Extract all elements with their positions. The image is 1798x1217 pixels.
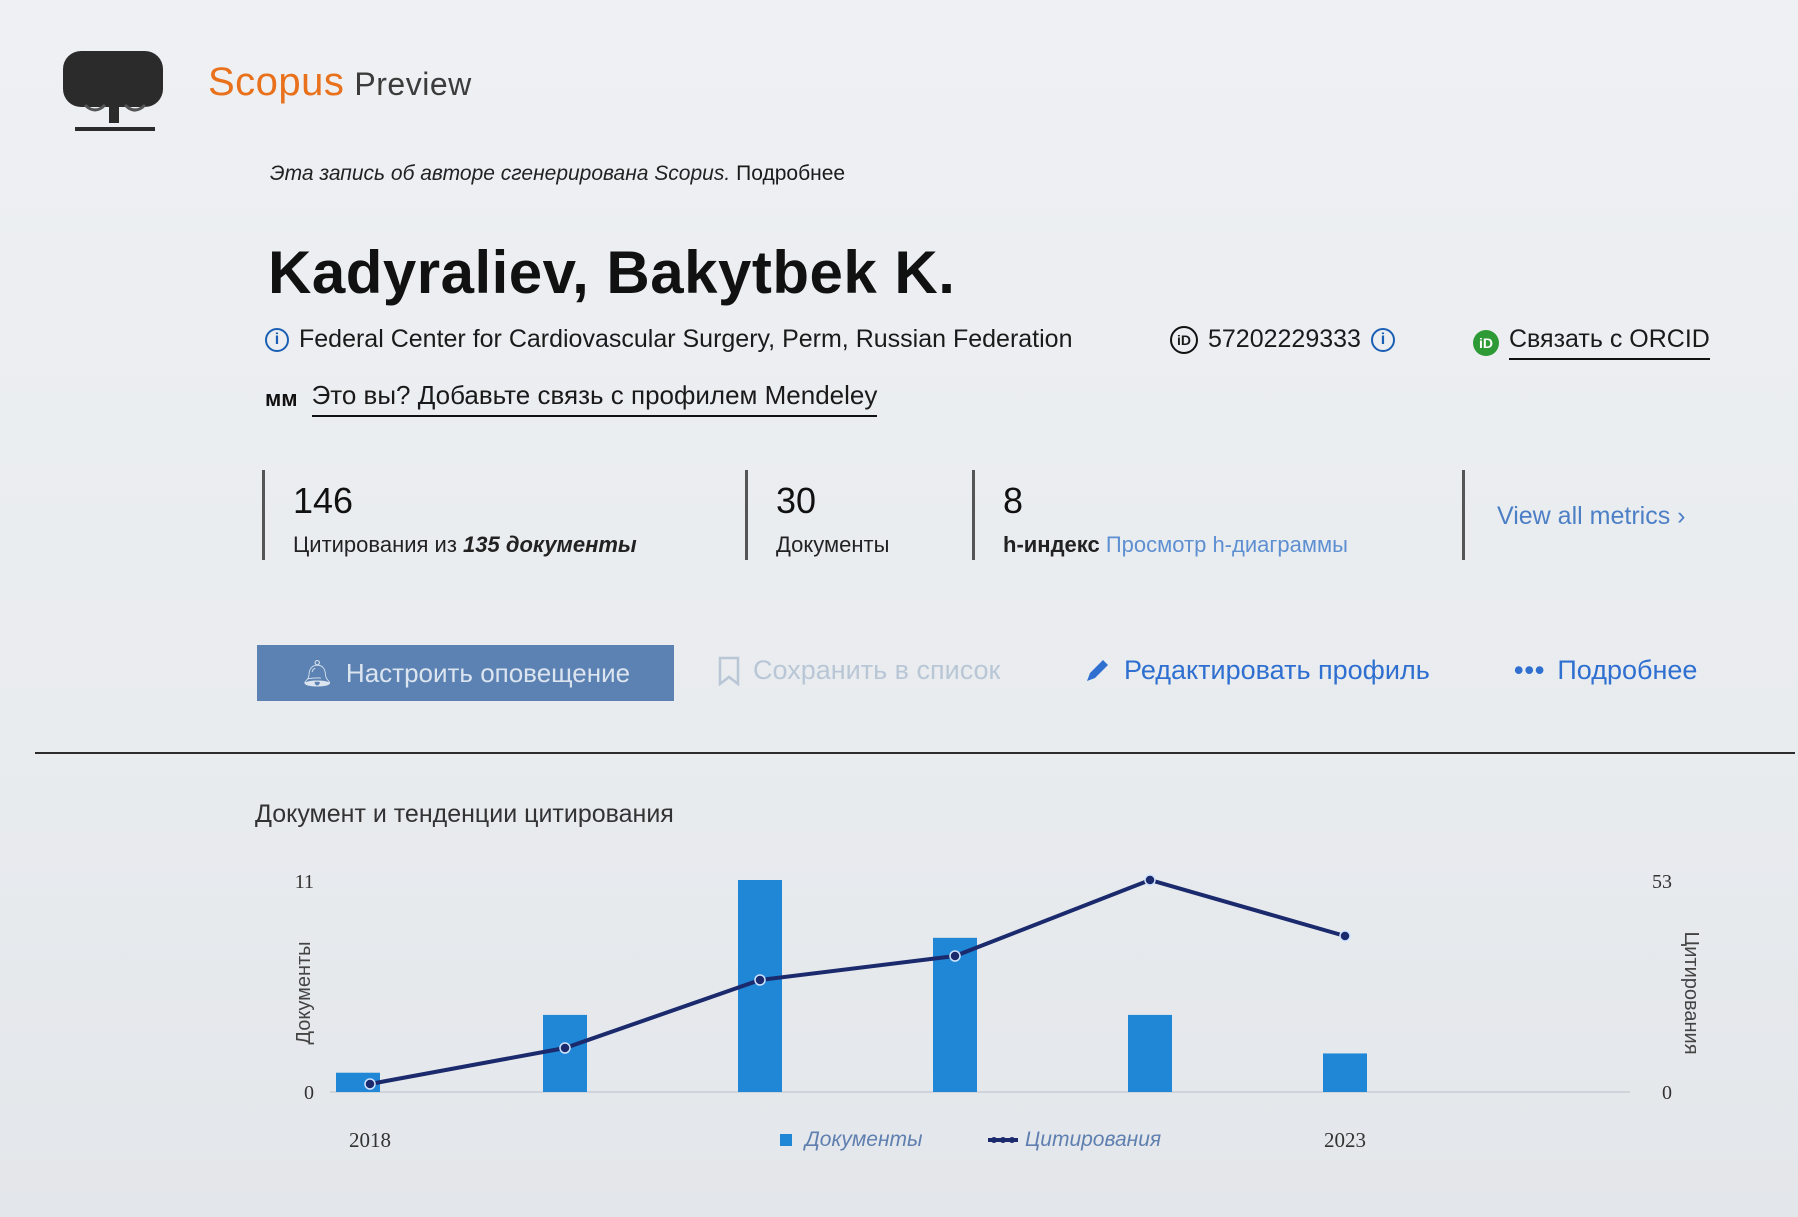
legend-documents-label: Документы bbox=[803, 1128, 923, 1151]
documents-label: Документы bbox=[776, 532, 890, 557]
y-right-tick-min: 0 bbox=[1662, 1082, 1672, 1104]
point-citations-2018[interactable] bbox=[364, 1078, 376, 1090]
author-name: Kadyraliev, Bakytbek K. bbox=[268, 239, 956, 306]
citations-label: Цитирования из 135 документы bbox=[293, 532, 743, 558]
legend-citations-swatch bbox=[988, 1137, 1018, 1143]
save-to-list-label: Сохранить в список bbox=[753, 655, 1001, 685]
y-left-axis-label: Документы bbox=[293, 941, 315, 1044]
documents-citations-chart: 11 0 53 0 Документы Цитирования 2018 2023… bbox=[293, 871, 1702, 1152]
mendeley-connect[interactable]: ᴍᴍ Это вы? Добавьте связь с профилем Men… bbox=[265, 380, 878, 417]
legend-documents-swatch bbox=[780, 1134, 792, 1146]
y-right-axis-label: Цитирования bbox=[1680, 931, 1702, 1054]
save-to-list-button[interactable]: Сохранить в список bbox=[717, 655, 1000, 686]
citations-count: 146 bbox=[293, 480, 354, 521]
set-alert-button[interactable]: 🔔︎ Настроить оповещение bbox=[257, 645, 674, 701]
point-citations-2023[interactable] bbox=[1339, 930, 1351, 942]
affiliation: i Federal Center for Cardiovascular Surg… bbox=[265, 325, 1072, 354]
scopus-id: iD 57202229333 i bbox=[1170, 325, 1395, 354]
h-index-label: h-индекс Просмотр h-диаграммы bbox=[1003, 532, 1433, 558]
section-divider bbox=[35, 752, 1795, 754]
chevron-right-icon: › bbox=[1677, 502, 1686, 530]
x-tick-label-2023: 2023 bbox=[1324, 1128, 1366, 1152]
pencil-icon bbox=[1087, 659, 1108, 681]
metric-citations: 146 Цитирования из 135 документы bbox=[262, 470, 743, 560]
point-citations-2020[interactable] bbox=[754, 974, 766, 986]
id-icon: iD bbox=[1170, 325, 1198, 354]
x-tick-label-2018: 2018 bbox=[349, 1128, 391, 1152]
orcid-link[interactable]: Связать с ORCID bbox=[1509, 325, 1710, 360]
edit-profile-button[interactable]: Редактировать профиль bbox=[1082, 655, 1430, 686]
point-citations-2019[interactable] bbox=[559, 1042, 571, 1054]
citations-documents-link[interactable]: 135 документы bbox=[463, 532, 637, 557]
brand-name: Scopus bbox=[208, 60, 345, 104]
y-left-tick-max: 11 bbox=[295, 871, 314, 893]
info-icon[interactable]: i bbox=[1370, 327, 1395, 352]
notice-text: Эта запись об авторе сгенерирована Scopu… bbox=[270, 162, 731, 185]
more-dots-icon: ••• bbox=[1514, 655, 1546, 685]
orcid-icon: iD bbox=[1473, 329, 1499, 356]
author-actions: 🔔︎ Настроить оповещение Сохранить в спис… bbox=[257, 645, 1757, 705]
y-right-tick-max: 53 bbox=[1652, 871, 1672, 893]
more-label: Подробнее bbox=[1557, 655, 1698, 685]
citations-line bbox=[369, 877, 1346, 1086]
edit-profile-label: Редактировать профиль bbox=[1124, 655, 1430, 685]
point-citations-2021[interactable] bbox=[949, 950, 961, 962]
mendeley-icon: ᴍᴍ bbox=[265, 385, 298, 411]
info-icon[interactable]: i bbox=[265, 327, 289, 352]
h-graph-link[interactable]: Просмотр h-диаграммы bbox=[1106, 532, 1348, 557]
view-all-metrics-label: View all metrics bbox=[1497, 502, 1671, 530]
metrics-bar: 146 Цитирования из 135 документы 30 Доку… bbox=[262, 470, 1742, 570]
author-details: i Federal Center for Cardiovascular Surg… bbox=[265, 325, 1765, 365]
mendeley-link[interactable]: Это вы? Добавьте связь с профилем Mendel… bbox=[311, 380, 878, 417]
scopus-id-value: 57202229333 bbox=[1208, 325, 1361, 353]
y-left-tick-min: 0 bbox=[304, 1082, 314, 1104]
bar-documents-2022[interactable] bbox=[1128, 1014, 1172, 1092]
bell-icon: 🔔︎ bbox=[300, 657, 334, 688]
elsevier-logo-icon bbox=[63, 51, 163, 131]
metric-documents: 30 Документы bbox=[745, 470, 966, 560]
chart-title: Документ и тенденции цитирования bbox=[255, 800, 674, 828]
h-index-value: 8 bbox=[1003, 480, 1024, 521]
scopus-author-page: Scopus Preview Эта запись об авторе сгене… bbox=[0, 0, 1798, 1217]
citations-label-prefix: Цитирования из bbox=[293, 532, 457, 557]
metric-h-index: 8 h-индекс Просмотр h-диаграммы bbox=[972, 470, 1433, 560]
brand-suffix: Preview bbox=[354, 66, 472, 102]
chart-legend: Документы Цитирования bbox=[780, 1128, 1161, 1151]
point-citations-2022[interactable] bbox=[1144, 874, 1156, 886]
legend-citations-label: Цитирования bbox=[1025, 1128, 1161, 1151]
view-all-metrics-link[interactable]: View all metrics › bbox=[1497, 502, 1685, 531]
affiliation-text: Federal Center for Cardiovascular Surger… bbox=[299, 325, 1073, 353]
orcid-connect[interactable]: iD Связать с ORCID bbox=[1473, 325, 1710, 360]
author-record-notice: Эта запись об авторе сгенерирована Scopu… bbox=[270, 162, 845, 186]
more-button[interactable]: ••• Подробнее bbox=[1514, 655, 1697, 686]
bookmark-icon bbox=[718, 656, 740, 686]
set-alert-label: Настроить оповещение bbox=[345, 657, 631, 688]
bar-documents-2023[interactable] bbox=[1323, 1053, 1367, 1092]
scopus-brand[interactable]: Scopus Preview bbox=[208, 60, 472, 105]
documents-count[interactable]: 30 bbox=[776, 480, 966, 522]
h-index-label-text: h-индекс bbox=[1003, 532, 1100, 557]
notice-more-link[interactable]: Подробнее bbox=[736, 162, 845, 185]
